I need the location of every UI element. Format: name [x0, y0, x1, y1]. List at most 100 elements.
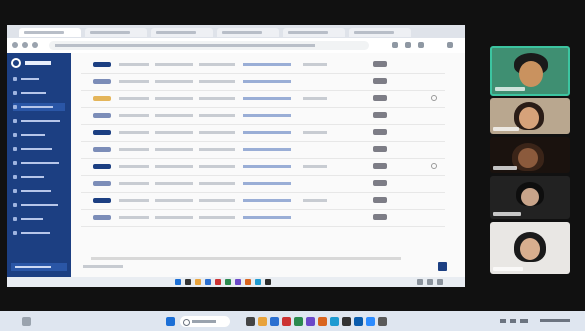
app-icon[interactable] — [245, 279, 251, 285]
row-cell — [119, 165, 149, 168]
wifi-icon[interactable] — [427, 279, 433, 285]
sidebar-item[interactable] — [13, 173, 65, 181]
taskview-icon[interactable] — [246, 317, 255, 326]
sidebar-item[interactable] — [13, 215, 65, 223]
folder-icon[interactable] — [258, 317, 267, 326]
sidebar-item[interactable] — [13, 131, 65, 139]
row-cell — [119, 63, 149, 66]
browser-tab[interactable] — [217, 28, 279, 37]
browser-tab[interactable] — [151, 28, 213, 37]
sidebar-item-label — [21, 218, 43, 220]
sidebar-item-label — [21, 162, 59, 164]
horizontal-scrollbar[interactable] — [91, 257, 401, 260]
profile-icon[interactable] — [418, 42, 424, 48]
app-icon[interactable] — [378, 317, 387, 326]
participant-tile-2[interactable] — [490, 98, 570, 134]
app-icon[interactable] — [318, 317, 327, 326]
system-clock[interactable] — [540, 316, 576, 326]
sidebar-item[interactable] — [13, 159, 65, 167]
volume-icon — [510, 319, 516, 323]
participant-face — [519, 61, 543, 87]
search-input[interactable] — [180, 316, 230, 327]
list-item[interactable] — [81, 210, 445, 236]
row-cell — [155, 80, 193, 83]
url-input[interactable] — [49, 41, 369, 50]
app-icon[interactable] — [255, 279, 261, 285]
app-icon[interactable] — [235, 279, 241, 285]
row-cell — [119, 216, 149, 219]
tab-label — [90, 31, 130, 34]
app-icon[interactable] — [294, 317, 303, 326]
folder-icon[interactable] — [195, 279, 201, 285]
app-icon[interactable] — [282, 317, 291, 326]
tab-label — [222, 31, 262, 34]
row-cell — [119, 80, 149, 83]
sidebar-item[interactable] — [13, 103, 65, 111]
more-icon[interactable] — [447, 42, 453, 48]
volume-icon[interactable] — [437, 279, 443, 285]
row-cell — [155, 216, 193, 219]
bookmark-icon[interactable] — [392, 42, 398, 48]
nav-icon — [13, 189, 17, 193]
row-select-checkbox[interactable] — [431, 163, 437, 169]
browser-tab[interactable] — [85, 28, 147, 37]
sidebar-item[interactable] — [13, 187, 65, 195]
page-button-current[interactable] — [438, 262, 447, 271]
app-icon[interactable] — [342, 317, 351, 326]
browser-tab[interactable] — [349, 28, 411, 37]
extensions-icon[interactable] — [405, 42, 411, 48]
taskview-icon[interactable] — [185, 279, 191, 285]
row-cell — [303, 165, 327, 168]
row-cell — [199, 216, 235, 219]
nav-icon — [13, 203, 17, 207]
row-cell — [243, 165, 291, 168]
battery-icon — [520, 319, 528, 323]
row-cell — [155, 114, 193, 117]
sidebar-item[interactable] — [13, 89, 65, 97]
participant-tile-5[interactable] — [490, 222, 570, 274]
row-cell — [155, 148, 193, 151]
sidebar-footer-button[interactable] — [11, 263, 67, 271]
system-tray[interactable] — [500, 317, 534, 325]
row-divider — [81, 226, 445, 227]
participant-name — [493, 212, 521, 216]
reload-icon[interactable] — [32, 42, 38, 48]
forward-icon[interactable] — [22, 42, 28, 48]
back-icon[interactable] — [12, 42, 18, 48]
app-icon[interactable] — [306, 317, 315, 326]
row-cell — [199, 63, 235, 66]
browser-tab[interactable] — [19, 28, 81, 37]
start-icon[interactable] — [175, 279, 181, 285]
search-icon — [183, 319, 190, 326]
row-cell — [303, 63, 327, 66]
app-icon[interactable] — [354, 317, 363, 326]
row-cell — [199, 165, 235, 168]
system-tray-icon[interactable] — [417, 279, 423, 285]
status-chip — [93, 96, 111, 101]
row-cell — [199, 97, 235, 100]
row-select-checkbox[interactable] — [431, 95, 437, 101]
browser-icon[interactable] — [270, 317, 279, 326]
participant-tile-3[interactable] — [490, 137, 570, 173]
status-chip — [93, 113, 111, 118]
video-call-app-icon[interactable] — [366, 317, 375, 326]
sidebar-item[interactable] — [13, 75, 65, 83]
app-icon[interactable] — [215, 279, 221, 285]
sidebar-item[interactable] — [13, 229, 65, 237]
browser-tab[interactable] — [283, 28, 345, 37]
app-icon[interactable] — [265, 279, 271, 285]
app-icon[interactable] — [330, 317, 339, 326]
app-icon[interactable] — [225, 279, 231, 285]
browser-icon[interactable] — [205, 279, 211, 285]
status-chip — [93, 181, 111, 186]
start-icon[interactable] — [166, 317, 175, 326]
sidebar-item[interactable] — [13, 117, 65, 125]
row-status — [373, 61, 387, 67]
participant-tile-4[interactable] — [490, 176, 570, 219]
participant-face — [521, 188, 539, 206]
participant-tile-1[interactable] — [490, 46, 570, 96]
sidebar-item[interactable] — [13, 201, 65, 209]
weather-icon[interactable] — [22, 317, 31, 326]
row-cell — [243, 131, 291, 134]
sidebar-item[interactable] — [13, 145, 65, 153]
